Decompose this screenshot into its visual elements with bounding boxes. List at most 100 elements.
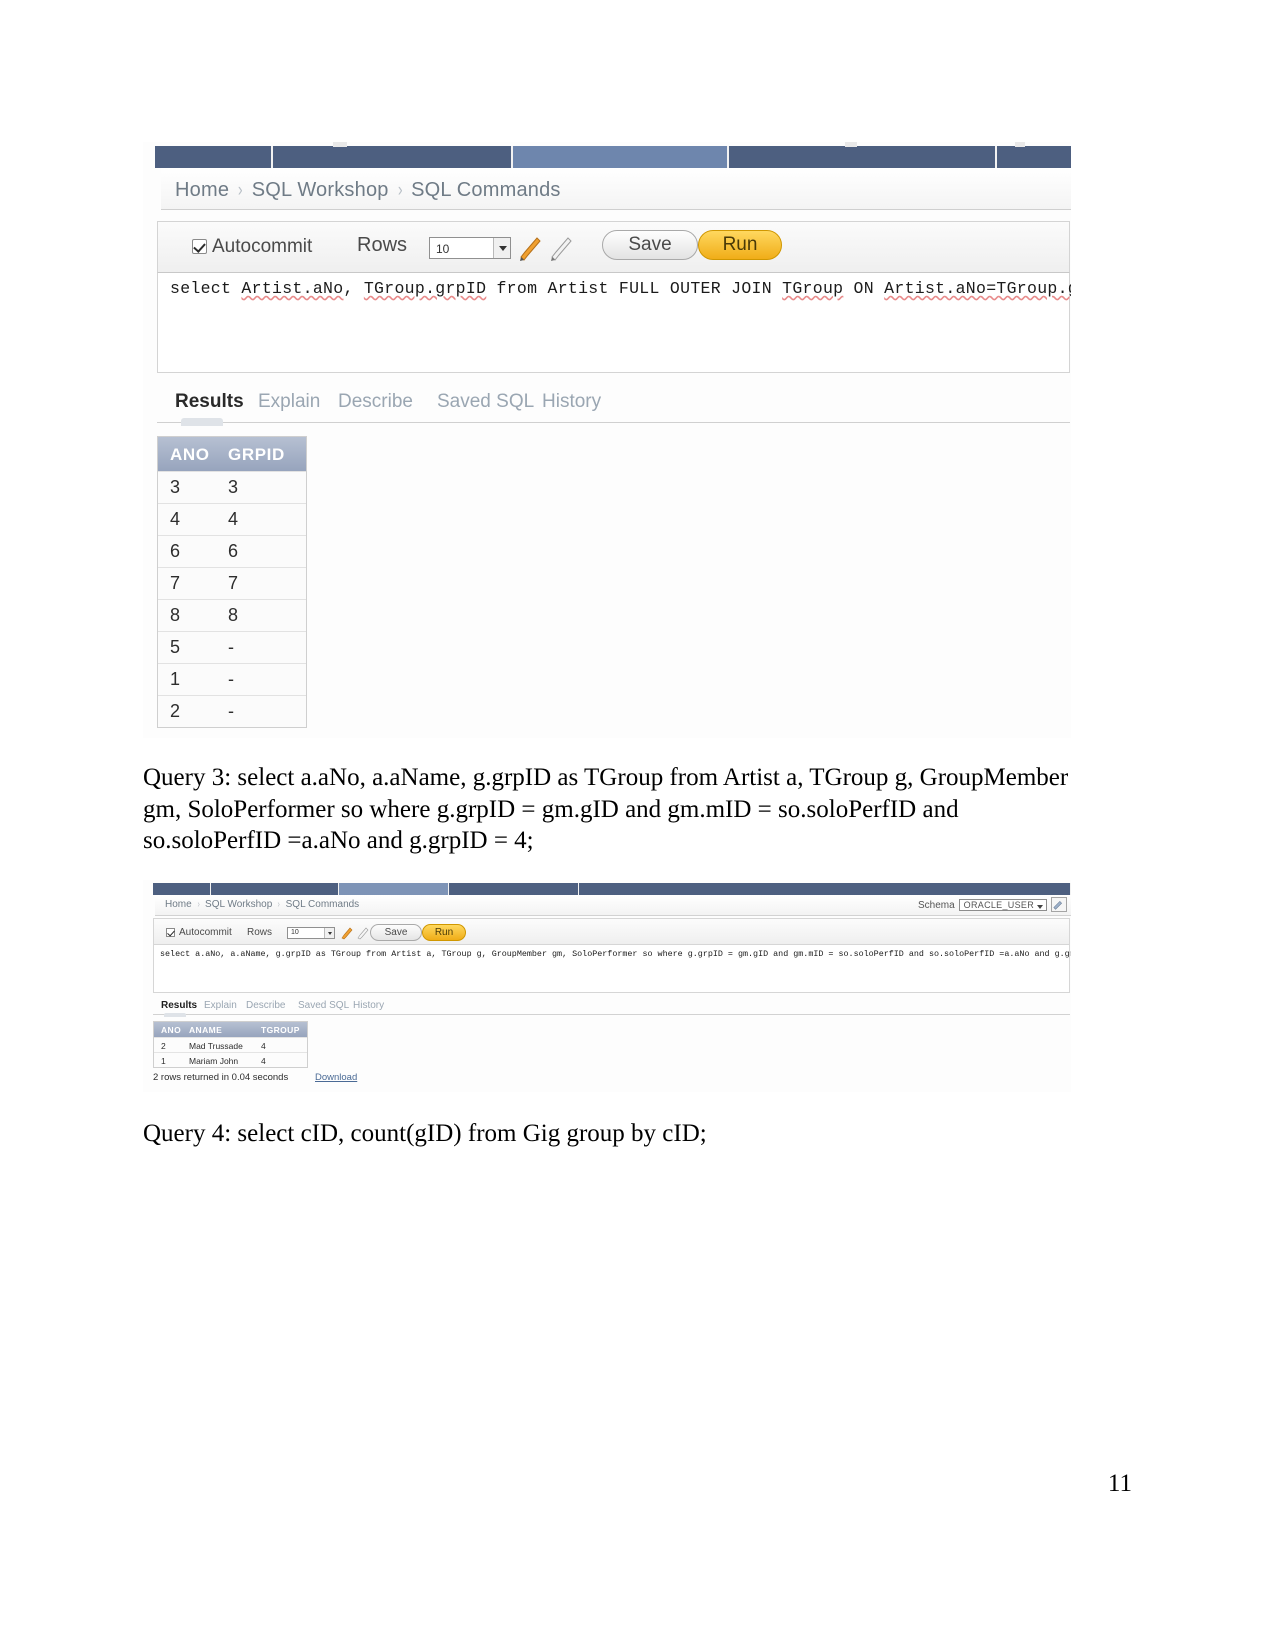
breadcrumb-bar: Home › SQL Workshop › SQL Commands Schema ORA… [155,895,1071,916]
cell-ano: 7 [170,573,181,593]
column-header-aname[interactable]: ANAME [189,1022,261,1037]
nav-tab-segment-1[interactable] [155,146,273,168]
column-header-tgroup[interactable]: TGROUP [261,1022,307,1037]
cell-ano: 3 [170,477,181,497]
rows-returned-status: 2 rows returned in 0.04 seconds [153,1072,289,1083]
sql-editor[interactable]: select Artist.aNo, TGroup.grpID from Art… [157,273,1071,373]
nav-tab-segment-1[interactable] [153,883,211,895]
cell-ano: 5 [170,637,181,657]
breadcrumb: Home › SQL Workshop › SQL Commands [165,899,359,910]
tab-describe[interactable]: Describe [246,1000,285,1011]
tab-describe[interactable]: Describe [338,391,413,413]
table-header-row: ANO ANAME TGROUP [154,1022,307,1037]
table-row: 3 3 [158,471,306,503]
tab-explain[interactable]: Explain [204,1000,237,1011]
cell-grpid: 3 [228,477,239,497]
cell-ano: 1 [170,669,181,689]
nav-tab-segment-active[interactable] [339,883,449,895]
rows-select[interactable]: 10 [429,237,511,259]
sql-toolbar: Autocommit Rows 10 Save Run [153,918,1070,945]
cell-ano: 2 [170,701,181,721]
cell-ano: 1 [161,1056,166,1066]
page-number: 11 [1107,1470,1132,1497]
save-button[interactable]: Save [370,924,422,941]
download-link[interactable]: Download [315,1072,357,1083]
column-header-ano[interactable]: ANO [154,1022,189,1037]
tab-results[interactable]: Results [161,1000,197,1017]
breadcrumb: Home › SQL Workshop › SQL Commands [175,179,561,202]
cell-grpid: 8 [228,605,239,625]
column-header-ano[interactable]: ANO [158,437,218,471]
tab-saved-sql[interactable]: Saved SQL [298,1000,349,1011]
cell-grpid: 6 [228,541,239,561]
breadcrumb-sql-commands[interactable]: SQL Commands [411,179,561,201]
cell-tgroup: 4 [261,1056,266,1066]
cell-grpid: - [228,669,234,689]
tab-explain[interactable]: Explain [258,391,320,413]
tab-results[interactable]: Results [175,391,244,426]
sql-editor[interactable]: select a.aNo, a.aName, g.grpID as TGroup… [153,945,1071,993]
chevron-down-icon [493,238,510,258]
table-row: 4 4 [158,503,306,535]
clear-pencil-icon[interactable] [356,925,370,941]
table-row: 7 7 [158,567,306,599]
apex-nav-tabs-bar [155,142,1071,168]
cell-aname: Mad Trussade [189,1041,243,1051]
highlight-pencil-icon[interactable] [517,232,543,262]
breadcrumb-home[interactable]: Home [165,899,192,910]
run-button[interactable]: Run [698,230,782,260]
table-row: 1 - [158,663,306,695]
rows-select-value: 10 [436,242,450,256]
nav-tab-segment-4[interactable] [729,146,997,168]
schema-selector: Schema ORACLE_USER [918,899,1047,911]
breadcrumb-sql-commands[interactable]: SQL Commands [286,899,360,910]
table-row: 8 8 [158,599,306,631]
nav-tab-segment-5[interactable] [997,146,1071,168]
clear-pencil-icon[interactable] [548,232,574,262]
table-row: 2 Mad Trussade 4 [154,1037,307,1052]
results-tabstrip: Results Explain Describe Saved SQL Histo… [157,385,1070,426]
nav-tab-segment-2[interactable] [211,883,339,895]
tab-history[interactable]: History [353,1000,384,1011]
run-button[interactable]: Run [422,924,466,941]
rows-label: Rows [247,927,273,938]
table-row: 6 6 [158,535,306,567]
nav-tab-segment-2[interactable] [273,146,513,168]
sql-editor-text: select Artist.aNo, TGroup.grpID from Art… [170,279,1071,298]
tab-history[interactable]: History [542,391,601,413]
table-row: 2 - [158,695,306,727]
breadcrumb-home[interactable]: Home [175,179,229,201]
nav-tab-segment-4[interactable] [449,883,579,895]
nav-tab-segment-5[interactable] [579,883,1071,895]
schema-select[interactable]: ORACLE_USER [958,899,1047,911]
breadcrumb-sql-workshop[interactable]: SQL Workshop [252,179,389,201]
autocommit-checkbox[interactable] [166,928,175,937]
highlight-pencil-icon[interactable] [340,925,354,941]
rows-select[interactable]: 10 [287,927,335,939]
autocommit-checkbox[interactable] [192,239,207,254]
edit-icon[interactable] [1051,897,1067,912]
breadcrumb-separator-icon: › [237,180,243,201]
cell-aname: Mariam John [189,1056,239,1066]
autocommit-label: Autocommit [179,927,232,938]
cell-ano: 6 [170,541,181,561]
cell-tgroup: 4 [261,1041,266,1051]
nav-tab-segment-active[interactable] [513,146,729,168]
cell-grpid: 7 [228,573,239,593]
breadcrumb-bar: Home › SQL Workshop › SQL Commands [161,168,1071,210]
table-header-row: ANO GRPID [158,437,306,471]
tab-saved-sql[interactable]: Saved SQL [437,391,534,413]
chevron-down-icon [324,928,334,938]
results-table: ANO ANAME TGROUP 2 Mad Trussade 4 1 Mari… [153,1021,308,1068]
schema-label: Schema [917,900,955,911]
apex-nav-tabs-bar [153,883,1071,895]
cell-ano: 4 [170,509,181,529]
rows-label: Rows [357,234,408,256]
sql-editor-text: select a.aNo, a.aName, g.grpID as TGroup… [160,949,1071,959]
save-button[interactable]: Save [602,230,698,260]
breadcrumb-separator-icon: › [277,899,281,910]
column-header-grpid[interactable]: GRPID [218,437,306,471]
table-row: 5 - [158,631,306,663]
autocommit-label: Autocommit [212,236,313,257]
breadcrumb-sql-workshop[interactable]: SQL Workshop [205,899,272,910]
